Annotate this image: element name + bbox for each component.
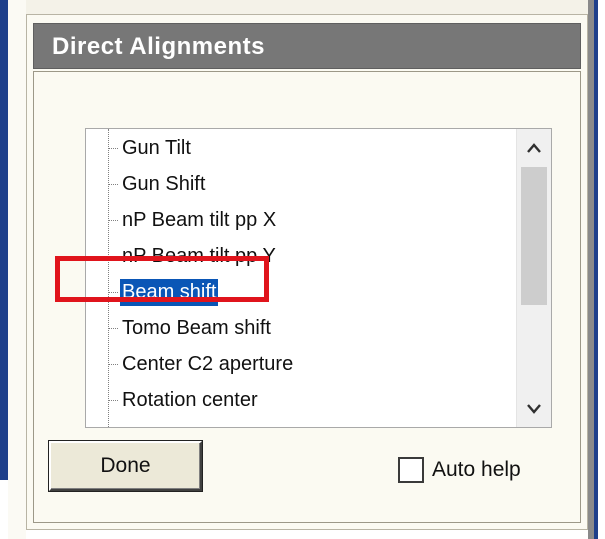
tree-item[interactable]: Center C2 aperture: [86, 347, 506, 383]
tree-item-label[interactable]: Gun Shift: [120, 171, 207, 198]
tree-connector: [108, 400, 118, 401]
tree-item[interactable]: Tomo Beam shift: [86, 311, 506, 347]
tree-connector: [108, 328, 118, 329]
tree-connector: [108, 364, 118, 365]
tree-item-label[interactable]: Tomo Beam shift: [120, 315, 273, 342]
window-edge-right-dark: [594, 0, 598, 539]
tree-item-selected[interactable]: Beam shift: [86, 275, 506, 311]
tree-connector: [108, 256, 118, 257]
checkbox-box[interactable]: [398, 457, 424, 483]
auto-help-label[interactable]: Auto help: [432, 458, 521, 482]
window-edge-left-light: [8, 0, 26, 539]
tree-item-label[interactable]: Rotation center: [120, 387, 260, 414]
panel-header: Direct Alignments: [33, 23, 581, 69]
tree-item[interactable]: nP Beam tilt pp X: [86, 203, 506, 239]
tree-connector: [108, 220, 118, 221]
tree-item-label[interactable]: nP Beam tilt pp Y: [120, 243, 278, 270]
chevron-down-icon[interactable]: [517, 391, 551, 425]
done-button[interactable]: Done: [49, 441, 202, 491]
panel-title: Direct Alignments: [52, 33, 265, 60]
tree-item-label[interactable]: Gun Tilt: [120, 135, 193, 162]
scroll-thumb[interactable]: [521, 167, 547, 305]
tree-connector: [108, 184, 118, 185]
auto-help-checkbox[interactable]: Auto help: [398, 457, 521, 483]
alignment-tree-list[interactable]: Gun Tilt Gun Shift nP Beam tilt pp X nP …: [85, 128, 552, 428]
tree-item[interactable]: Gun Shift: [86, 167, 506, 203]
tree-item-label[interactable]: Center C2 aperture: [120, 351, 295, 378]
tree-connector: [108, 148, 118, 149]
tree-item-label[interactable]: nP Beam tilt pp X: [120, 207, 278, 234]
tree-item[interactable]: Gun Tilt: [86, 131, 506, 167]
tree-connector: [108, 292, 118, 293]
chevron-up-icon[interactable]: [517, 131, 551, 165]
window-top-strip: [26, 0, 588, 15]
vertical-scrollbar[interactable]: [516, 129, 551, 427]
tree-item[interactable]: nP Beam tilt pp Y: [86, 239, 506, 275]
tree-item[interactable]: Rotation center: [86, 383, 506, 419]
window-edge-left: [0, 0, 8, 480]
tree-item-label-selected[interactable]: Beam shift: [120, 279, 219, 306]
